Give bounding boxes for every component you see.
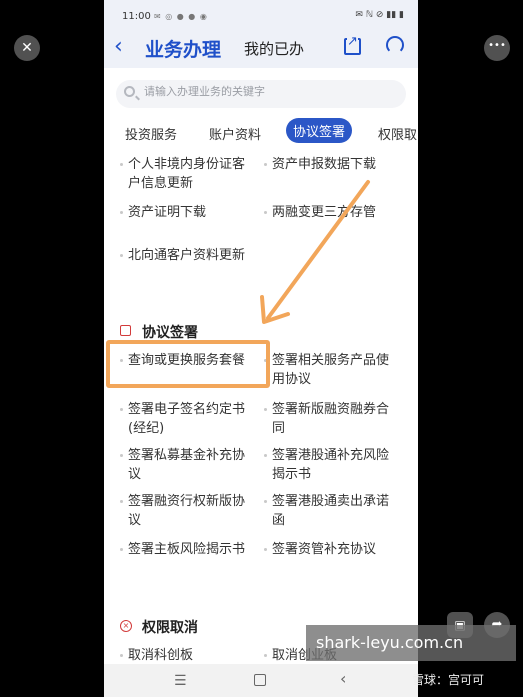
annotation-arrow [260,180,370,324]
more-icon[interactable]: ••• [484,35,510,61]
watermark: shark-leyu.com.cn [306,625,516,661]
source-credit: 雪球：宫可可 [412,673,485,687]
close-icon[interactable]: ✕ [14,35,40,61]
